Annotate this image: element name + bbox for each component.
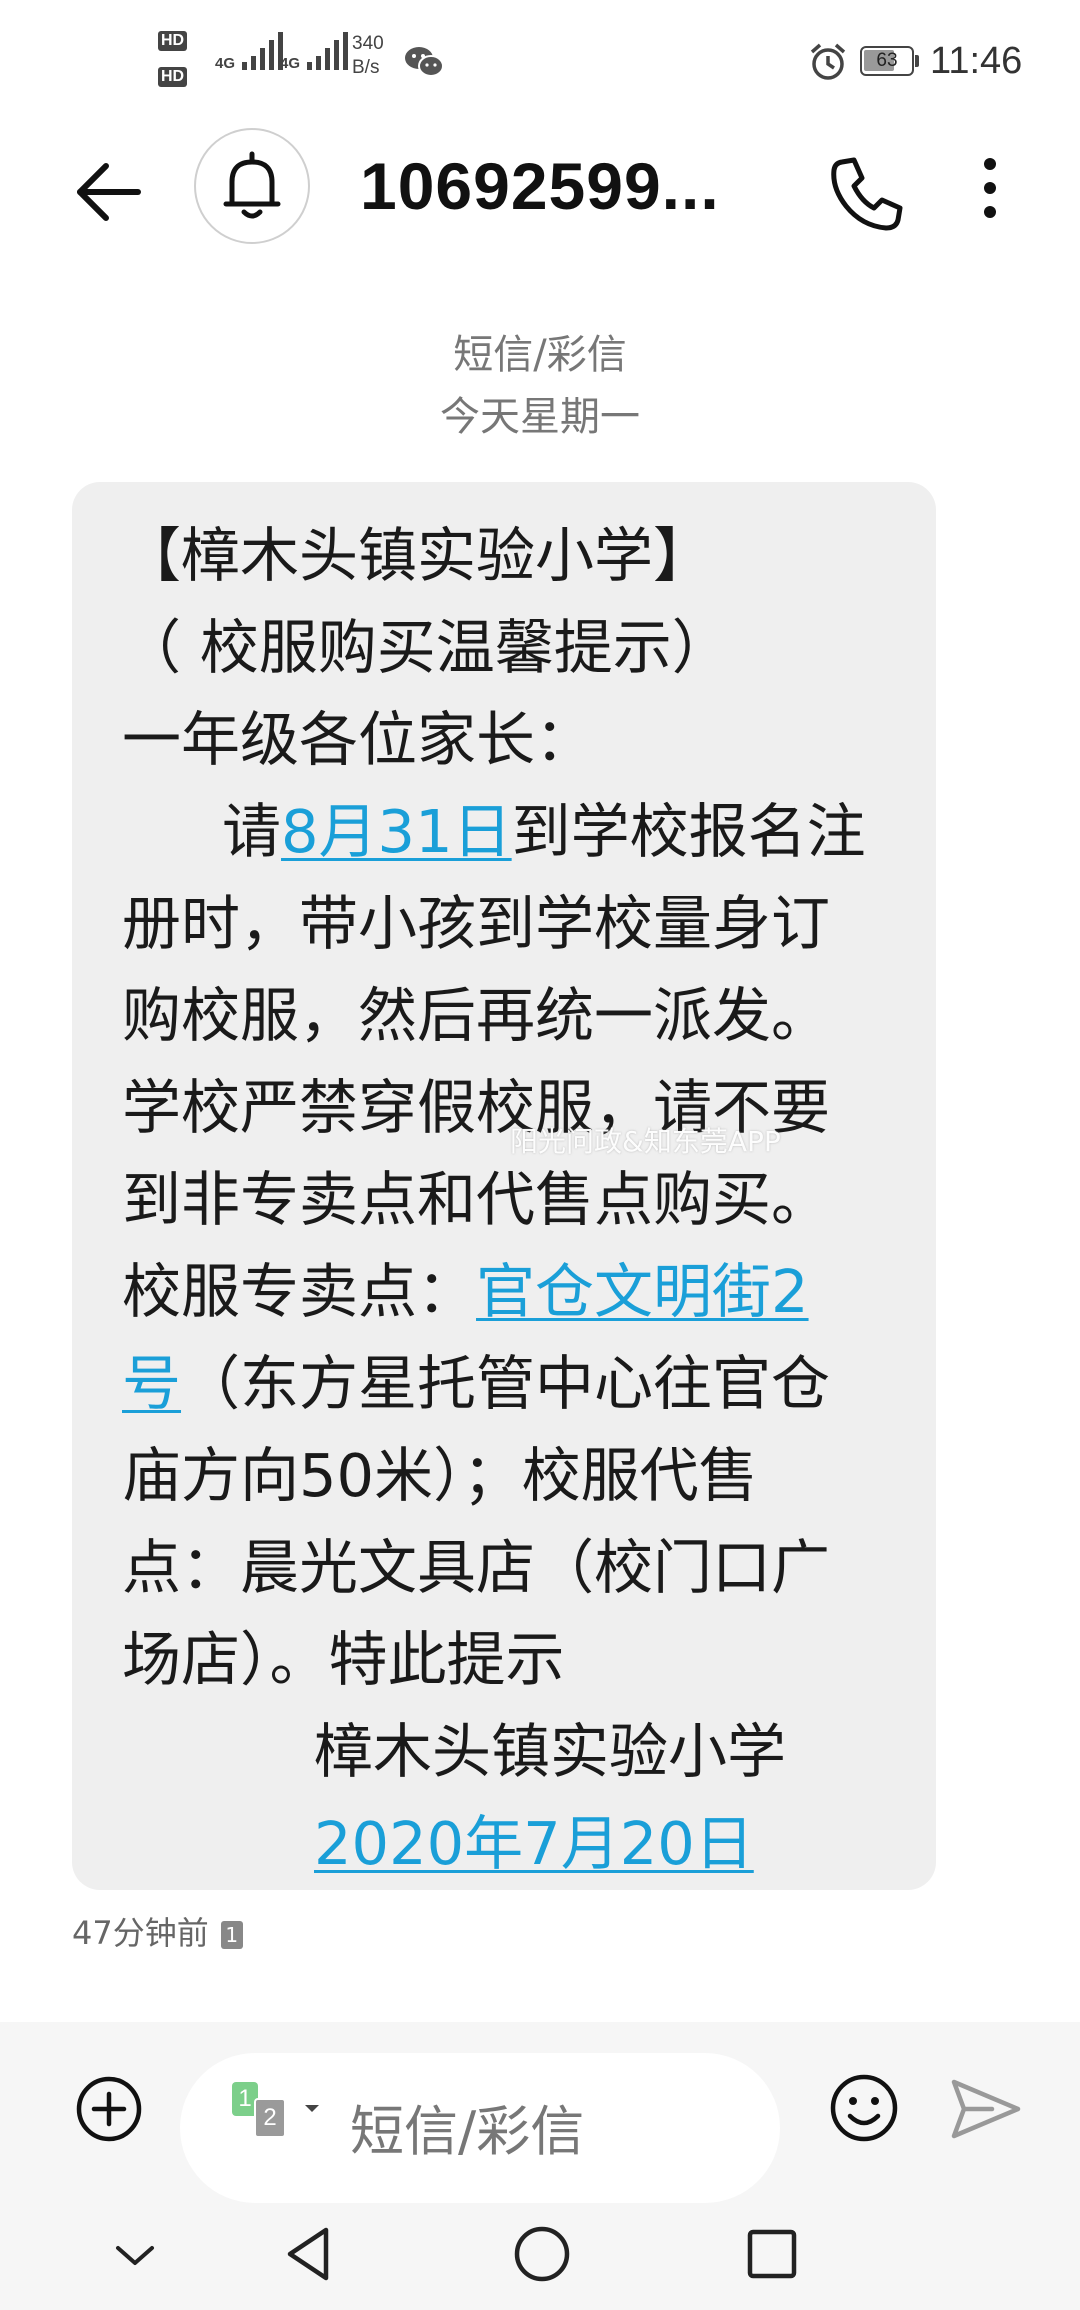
call-button[interactable] bbox=[820, 148, 910, 238]
alarm-icon bbox=[808, 42, 848, 86]
status-bar: HD HD 4G 4G 340 B/s 63 11:46 bbox=[0, 0, 1080, 120]
message-type-label: 短信/彩信 bbox=[453, 332, 627, 378]
back-button[interactable] bbox=[72, 152, 152, 232]
hd1-badge: HD bbox=[158, 30, 188, 51]
message-line: 册时，带小孩到学校量身订 bbox=[122, 889, 831, 958]
message-line: 2020年7月20日 bbox=[122, 1798, 922, 1890]
signature-date-link[interactable]: 2020年7月20日 bbox=[314, 1809, 754, 1878]
message-text: 【樟木头镇实验小学】 （ 校服购买温馨提示） 一年级各位家长： 请8月31日到学… bbox=[122, 510, 922, 1890]
nav-recent-button[interactable] bbox=[740, 2222, 804, 2286]
message-line: 到非专卖点和代售点购买。 bbox=[122, 1165, 831, 1234]
message-line: 购校服，然后再统一派发。 bbox=[122, 981, 831, 1050]
signal-icon-2: 4G bbox=[280, 30, 351, 72]
message-timestamp: 47分钟前 1 bbox=[72, 1908, 243, 1954]
message-line: 请8月31日到学校报名注 bbox=[222, 797, 866, 866]
hd2-badge: HD bbox=[158, 66, 188, 87]
emoji-icon bbox=[830, 2074, 898, 2142]
nav-hide-icon bbox=[116, 2246, 154, 2265]
nav-home-icon bbox=[514, 2226, 570, 2282]
sim-select-icon bbox=[305, 2105, 319, 2112]
nav-recent-icon bbox=[747, 2229, 797, 2279]
battery-icon: 63 bbox=[860, 46, 919, 76]
back-arrow-icon bbox=[77, 163, 141, 221]
message-line: 【樟木头镇实验小学】 bbox=[122, 521, 713, 590]
send-icon bbox=[951, 2079, 1021, 2139]
add-icon bbox=[76, 2076, 142, 2142]
bell-icon bbox=[223, 151, 281, 219]
add-attachment-button[interactable] bbox=[74, 2074, 144, 2144]
message-line: 庙方向50米）；校服代售 bbox=[122, 1441, 758, 1510]
emoji-button[interactable] bbox=[826, 2070, 902, 2146]
notification-toggle-button[interactable] bbox=[194, 128, 310, 244]
sim2-icon: 2 bbox=[254, 2098, 286, 2138]
more-options-button[interactable] bbox=[960, 148, 1020, 238]
date-separator: 今天星期一 bbox=[440, 394, 640, 440]
more-vert-icon bbox=[984, 158, 996, 218]
message-line: 场店）。特此提示 bbox=[122, 1625, 565, 1694]
message-line: 点：晨光文具店（校门口广 bbox=[122, 1533, 831, 1602]
message-line: 号（东方星托管中心往官仓 bbox=[122, 1349, 831, 1418]
nav-hide-button[interactable] bbox=[110, 2230, 160, 2280]
conversation-title: 10692599... bbox=[360, 149, 720, 223]
send-button[interactable] bbox=[948, 2074, 1024, 2144]
phone-icon bbox=[831, 157, 903, 231]
nav-home-button[interactable] bbox=[510, 2222, 574, 2286]
message-line: 一年级各位家长： bbox=[122, 705, 595, 774]
wechat-icon bbox=[404, 44, 444, 84]
nav-back-button[interactable] bbox=[280, 2222, 340, 2286]
date-link[interactable]: 8月31日 bbox=[281, 797, 512, 866]
watermark: 阳光问政&知东莞APP bbox=[510, 1125, 781, 1158]
address-link-cont[interactable]: 号 bbox=[122, 1349, 181, 1418]
message-line: （ 校服购买温馨提示） bbox=[122, 613, 731, 682]
message-input[interactable] bbox=[350, 2100, 750, 2163]
sim-select-button[interactable]: 1 2 bbox=[232, 2082, 326, 2142]
address-link[interactable]: 官仓文明街2 bbox=[476, 1257, 809, 1326]
sim-indicator: 1 bbox=[220, 1921, 243, 1949]
nav-back-icon bbox=[287, 2227, 329, 2281]
clock: 11:46 bbox=[930, 40, 1023, 82]
signature: 樟木头镇实验小学 bbox=[314, 1717, 787, 1786]
signal-icon: 4G bbox=[215, 30, 286, 72]
network-speed: 340 B/s bbox=[352, 33, 384, 78]
message-line: 校服专卖点：官仓文明街2 bbox=[122, 1257, 809, 1326]
